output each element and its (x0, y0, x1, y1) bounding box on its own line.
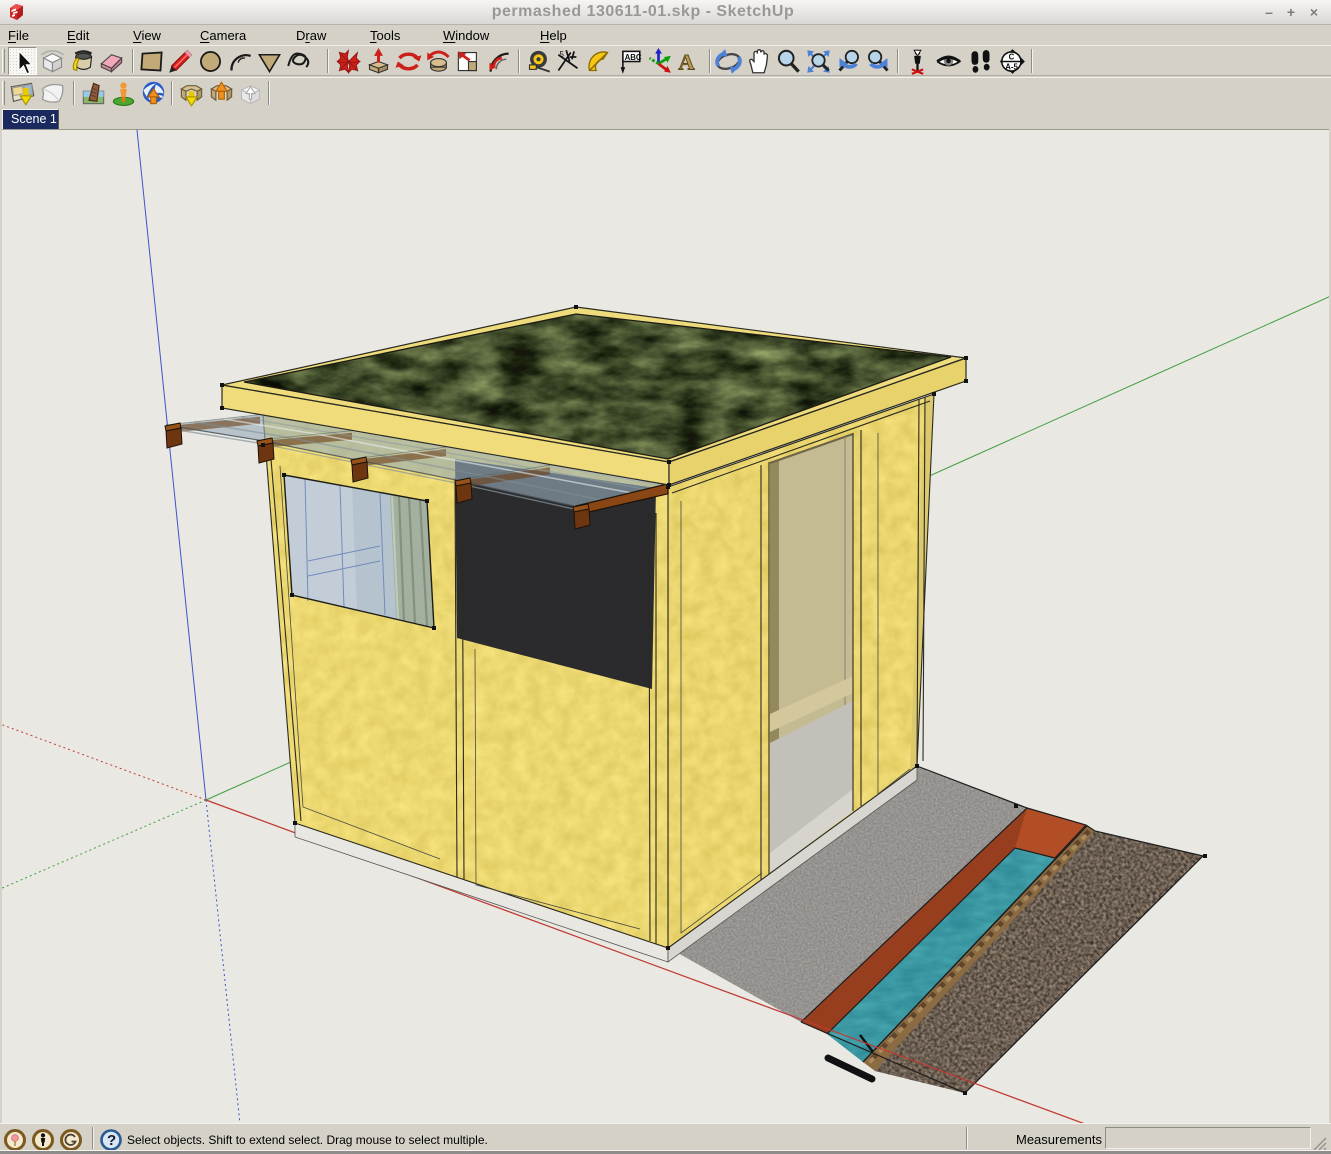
svg-text:C: C (1009, 52, 1015, 61)
svg-text:A-5: A-5 (1005, 62, 1018, 71)
svg-text:A: A (678, 49, 695, 74)
svg-text:5: 5 (560, 50, 565, 59)
svg-text:?: ? (107, 1132, 116, 1149)
svg-text:ABC: ABC (625, 53, 642, 62)
